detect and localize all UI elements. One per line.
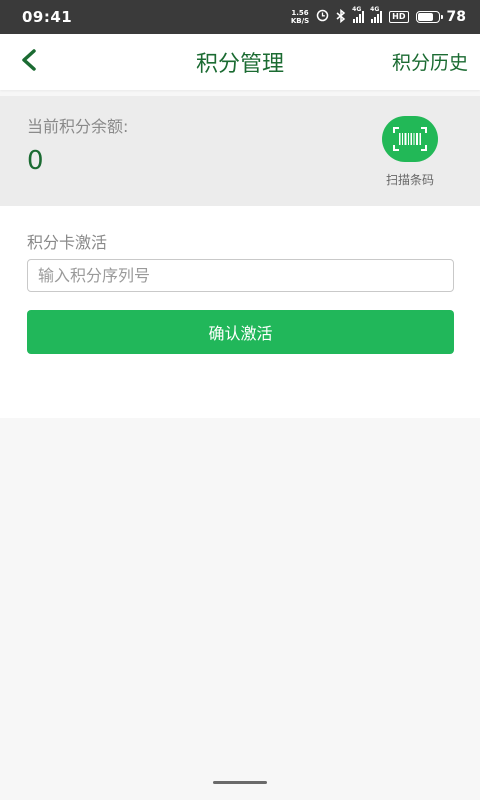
status-bar: 09:41 1.56 KB/S 4G 4G HD 78 <box>0 0 480 34</box>
battery-icon <box>415 11 443 23</box>
battery-fill <box>417 13 434 21</box>
back-button[interactable] <box>0 34 60 90</box>
scan-barcode-label: 扫描条码 <box>385 173 434 187</box>
points-history-link[interactable]: 积分历史 <box>392 48 468 75</box>
network-speed-value: 1.56 <box>291 9 309 17</box>
status-time: 09:41 <box>22 8 73 26</box>
home-indicator[interactable] <box>213 781 267 784</box>
chevron-left-icon <box>20 49 40 75</box>
signal-tag: 4G <box>352 6 362 13</box>
status-icons: 1.56 KB/S 4G 4G HD 78 <box>291 6 466 26</box>
serial-number-input[interactable] <box>27 259 454 292</box>
card-activation-section: 积分卡激活 确认激活 <box>0 206 480 418</box>
hd-icon: HD <box>389 11 409 23</box>
balance-card: 当前积分余额: 0 扫描条码 <box>0 96 480 206</box>
signal-icon: 4G <box>370 6 383 23</box>
bluetooth-icon <box>336 8 346 26</box>
barcode-scan-icon <box>382 116 438 162</box>
confirm-activation-button[interactable]: 确认激活 <box>27 310 454 354</box>
signal-icon: 4G <box>352 6 365 23</box>
network-speed: 1.56 KB/S <box>291 9 309 25</box>
network-speed-unit: KB/S <box>290 17 310 25</box>
signal-tag: 4G <box>370 6 380 13</box>
balance-label: 当前积分余额: <box>27 117 129 136</box>
top-nav: 积分管理 积分历史 <box>0 34 480 90</box>
battery-percent: 78 <box>446 9 466 25</box>
alarm-icon <box>316 9 329 25</box>
balance-value: 0 <box>27 146 44 176</box>
scan-barcode-button[interactable]: 扫描条码 <box>378 116 442 188</box>
section-title: 积分卡激活 <box>27 233 108 252</box>
